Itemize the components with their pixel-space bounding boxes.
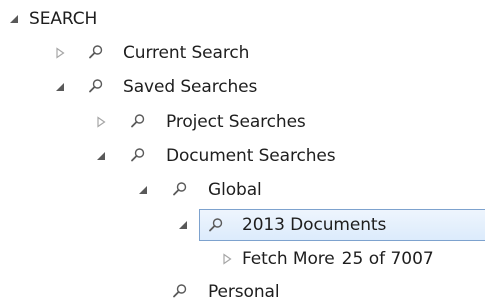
tree-item-current-search[interactable]: Current Search — [0, 38, 320, 68]
tree-item-label: Project Searches — [166, 112, 306, 132]
tree-item-label: SEARCH — [29, 9, 98, 29]
tree-item-fetch-more[interactable]: Fetch More 25 of 7007 — [0, 244, 485, 274]
fetch-more-count: 25 of 7007 — [341, 249, 434, 269]
collapsed-triangle-icon[interactable] — [221, 253, 233, 265]
tree-item-label: Document Searches — [166, 146, 336, 166]
expanded-triangle-icon[interactable] — [177, 219, 189, 231]
search-icon — [88, 78, 104, 94]
search-icon — [130, 113, 146, 129]
tree-item-2013-documents[interactable]: 2013 Documents — [199, 209, 485, 241]
tree-item-personal[interactable]: Personal — [0, 277, 400, 307]
tree-item-search-root[interactable]: SEARCH — [0, 4, 300, 34]
tree-item-saved-searches[interactable]: Saved Searches — [0, 72, 320, 102]
search-icon — [208, 217, 224, 233]
fetch-more-text: Fetch More 25 of 7007 — [242, 244, 434, 274]
expanded-triangle-icon[interactable] — [137, 184, 149, 196]
tree-item-document-searches[interactable]: Document Searches — [0, 141, 400, 171]
search-tree: SEARCH Current Search Saved Searches Pro… — [0, 0, 485, 307]
expanded-triangle-icon[interactable] — [8, 13, 20, 25]
search-icon — [130, 147, 146, 163]
tree-item-label: Global — [208, 180, 262, 200]
expanded-triangle-icon[interactable] — [54, 81, 66, 93]
search-icon — [172, 181, 188, 197]
tree-item-label: Fetch More — [242, 249, 335, 269]
tree-item-project-searches[interactable]: Project Searches — [0, 107, 380, 137]
expanded-triangle-icon[interactable] — [95, 150, 107, 162]
tree-item-label: Saved Searches — [123, 77, 258, 97]
search-icon — [88, 44, 104, 60]
tree-item-label: Personal — [208, 282, 280, 302]
collapsed-triangle-icon[interactable] — [54, 47, 66, 59]
search-icon — [172, 283, 188, 299]
tree-item-global[interactable]: Global — [0, 175, 400, 205]
tree-item-expander-2013-documents[interactable] — [172, 210, 192, 240]
tree-item-label: 2013 Documents — [242, 215, 387, 235]
tree-item-label: Current Search — [123, 43, 250, 63]
collapsed-triangle-icon[interactable] — [95, 116, 107, 128]
